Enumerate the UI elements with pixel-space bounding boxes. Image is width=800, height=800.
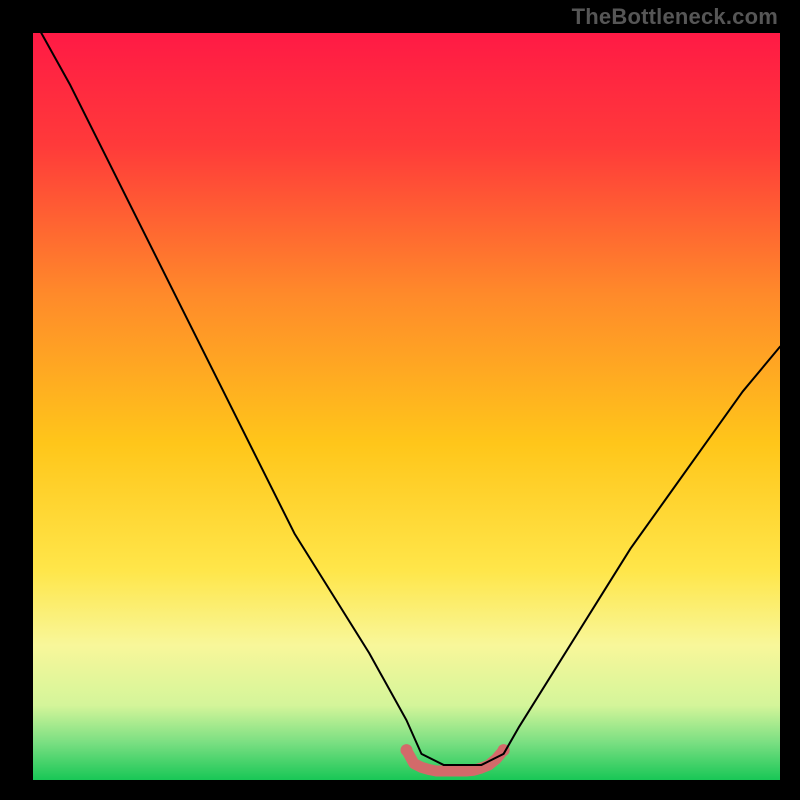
- plot-area: [33, 33, 780, 780]
- main-curve: [33, 33, 780, 765]
- curves-layer: [33, 33, 780, 780]
- bottleneck-endpoint-left: [401, 744, 413, 756]
- chart-frame: TheBottleneck.com: [0, 0, 800, 800]
- watermark-label: TheBottleneck.com: [572, 4, 778, 30]
